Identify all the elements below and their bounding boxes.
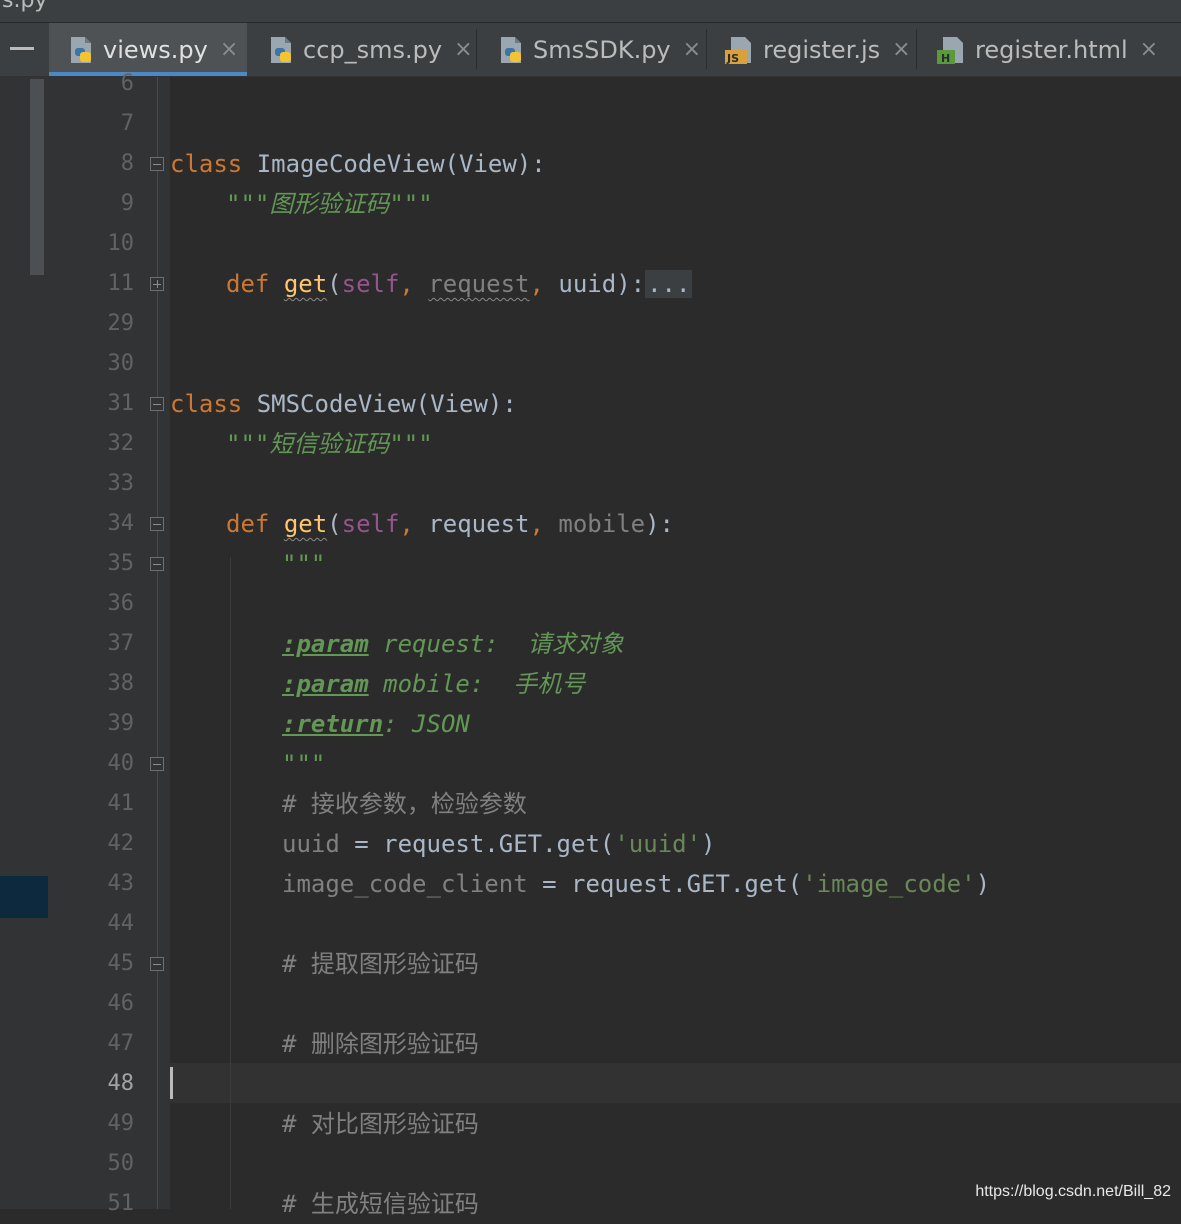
text-caret xyxy=(170,1067,173,1099)
html-file-icon: H xyxy=(937,36,967,65)
line-number: 42 xyxy=(107,831,135,856)
line-number: 49 xyxy=(107,1111,135,1136)
svg-text:JS: JS xyxy=(726,52,739,64)
line-number: 29 xyxy=(107,311,135,336)
line-number: 50 xyxy=(107,1151,135,1176)
current-line-highlight xyxy=(170,1063,1181,1103)
indent-guide xyxy=(230,557,231,1209)
code-line: def get(self, request, mobile): xyxy=(226,510,674,538)
close-icon[interactable]: × xyxy=(454,37,472,62)
line-number: 9 xyxy=(120,191,134,216)
line-number-gutter: 6 7 8 9 10 11 29 30 31 32 33 34 35 36 37… xyxy=(48,71,170,1216)
line-number: 32 xyxy=(107,431,135,456)
fold-expand-icon[interactable] xyxy=(150,277,164,291)
line-number: 35 xyxy=(107,551,135,576)
line-number: 39 xyxy=(107,711,135,736)
folded-code-marker[interactable]: ... xyxy=(645,270,693,298)
svg-text:H: H xyxy=(941,52,950,64)
comment-line: # 提取图形验证码 xyxy=(282,950,479,978)
tab-label: register.html xyxy=(975,35,1128,64)
code-line: def get(self, request, uuid):... xyxy=(226,270,693,298)
line-number: 45 xyxy=(107,951,135,976)
line-number: 33 xyxy=(107,471,135,496)
line-number: 36 xyxy=(107,591,135,616)
code-line: uuid = request.GET.get('uuid') xyxy=(282,830,716,858)
python-file-icon xyxy=(269,36,295,64)
left-tool-strip xyxy=(0,77,48,1209)
docstring-line: """ xyxy=(282,550,326,578)
line-number: 8 xyxy=(120,151,134,176)
tab-label: ccp_sms.py xyxy=(303,35,443,64)
line-number: 11 xyxy=(107,271,135,296)
line-number: 6 xyxy=(120,71,134,96)
line-number: 34 xyxy=(107,511,135,536)
line-number: 41 xyxy=(107,791,135,816)
fold-collapse-icon[interactable] xyxy=(150,397,164,411)
fold-end-icon[interactable] xyxy=(150,757,164,771)
docstring-line: """图形验证码""" xyxy=(226,190,433,218)
editor-tab-bar: views.py × ccp_sms.py × SmsSDK.py × JS r… xyxy=(0,23,1181,77)
line-number: 46 xyxy=(107,991,135,1016)
watermark-url: https://blog.csdn.net/Bill_82 xyxy=(975,1183,1171,1200)
python-file-icon xyxy=(69,36,95,64)
close-icon[interactable]: × xyxy=(892,37,910,62)
code-line: class ImageCodeView(View): xyxy=(170,150,546,178)
fold-rail xyxy=(157,77,158,1209)
line-number: 43 xyxy=(107,871,135,896)
python-file-icon xyxy=(499,36,525,64)
line-number: 40 xyxy=(107,751,135,776)
line-number: 47 xyxy=(107,1031,135,1056)
fold-collapse-icon[interactable] xyxy=(150,517,164,531)
docstring-line: :param mobile: 手机号 xyxy=(282,670,586,698)
hide-panel-icon[interactable] xyxy=(10,47,34,50)
line-number: 38 xyxy=(107,671,135,696)
title-strip: s.py xyxy=(0,0,1181,23)
project-scrollbar-thumb[interactable] xyxy=(30,79,44,275)
partial-file-title: s.py xyxy=(2,0,48,13)
comment-line: # 接收参数，检验参数 xyxy=(282,790,527,818)
line-number: 51 xyxy=(107,1191,135,1216)
code-editor[interactable]: class ImageCodeView(View): """图形验证码""" d… xyxy=(170,77,1181,1218)
line-number: 44 xyxy=(107,911,135,936)
docstring-line: :param request: 请求对象 xyxy=(282,630,624,658)
tab-ccp-sms-py[interactable]: ccp_sms.py × xyxy=(247,23,477,76)
current-line-number: 48 xyxy=(107,1071,135,1096)
close-icon[interactable]: × xyxy=(1140,37,1158,62)
line-number: 7 xyxy=(120,111,134,136)
comment-line: # 对比图形验证码 xyxy=(282,1110,479,1138)
comment-line: # 删除图形验证码 xyxy=(282,1030,479,1058)
fold-collapse-icon[interactable] xyxy=(150,957,164,971)
tab-label: register.js xyxy=(763,35,881,64)
close-icon[interactable]: × xyxy=(683,37,701,62)
tab-register-js[interactable]: JS register.js × xyxy=(707,23,917,76)
line-number: 30 xyxy=(107,351,135,376)
docstring-line: :return: JSON xyxy=(282,710,470,738)
docstring-line: """ xyxy=(282,750,326,778)
fold-collapse-icon[interactable] xyxy=(150,557,164,571)
code-line: class SMSCodeView(View): xyxy=(170,390,517,418)
tab-register-html[interactable]: H register.html × xyxy=(917,23,1167,76)
javascript-file-icon: JS xyxy=(725,36,755,65)
line-number: 10 xyxy=(107,231,135,256)
tab-smssdk-py[interactable]: SmsSDK.py × xyxy=(477,23,707,76)
comment-line: # 生成短信验证码 xyxy=(282,1190,479,1218)
line-number: 31 xyxy=(107,391,135,416)
line-number: 37 xyxy=(107,631,135,656)
tab-label: views.py xyxy=(103,35,208,64)
fold-collapse-icon[interactable] xyxy=(150,157,164,171)
selection-marker xyxy=(0,876,48,918)
close-icon[interactable]: × xyxy=(220,37,238,62)
tab-label: SmsSDK.py xyxy=(533,35,671,64)
docstring-line: """短信验证码""" xyxy=(226,430,433,458)
code-line: image_code_client = request.GET.get('ima… xyxy=(282,870,991,898)
